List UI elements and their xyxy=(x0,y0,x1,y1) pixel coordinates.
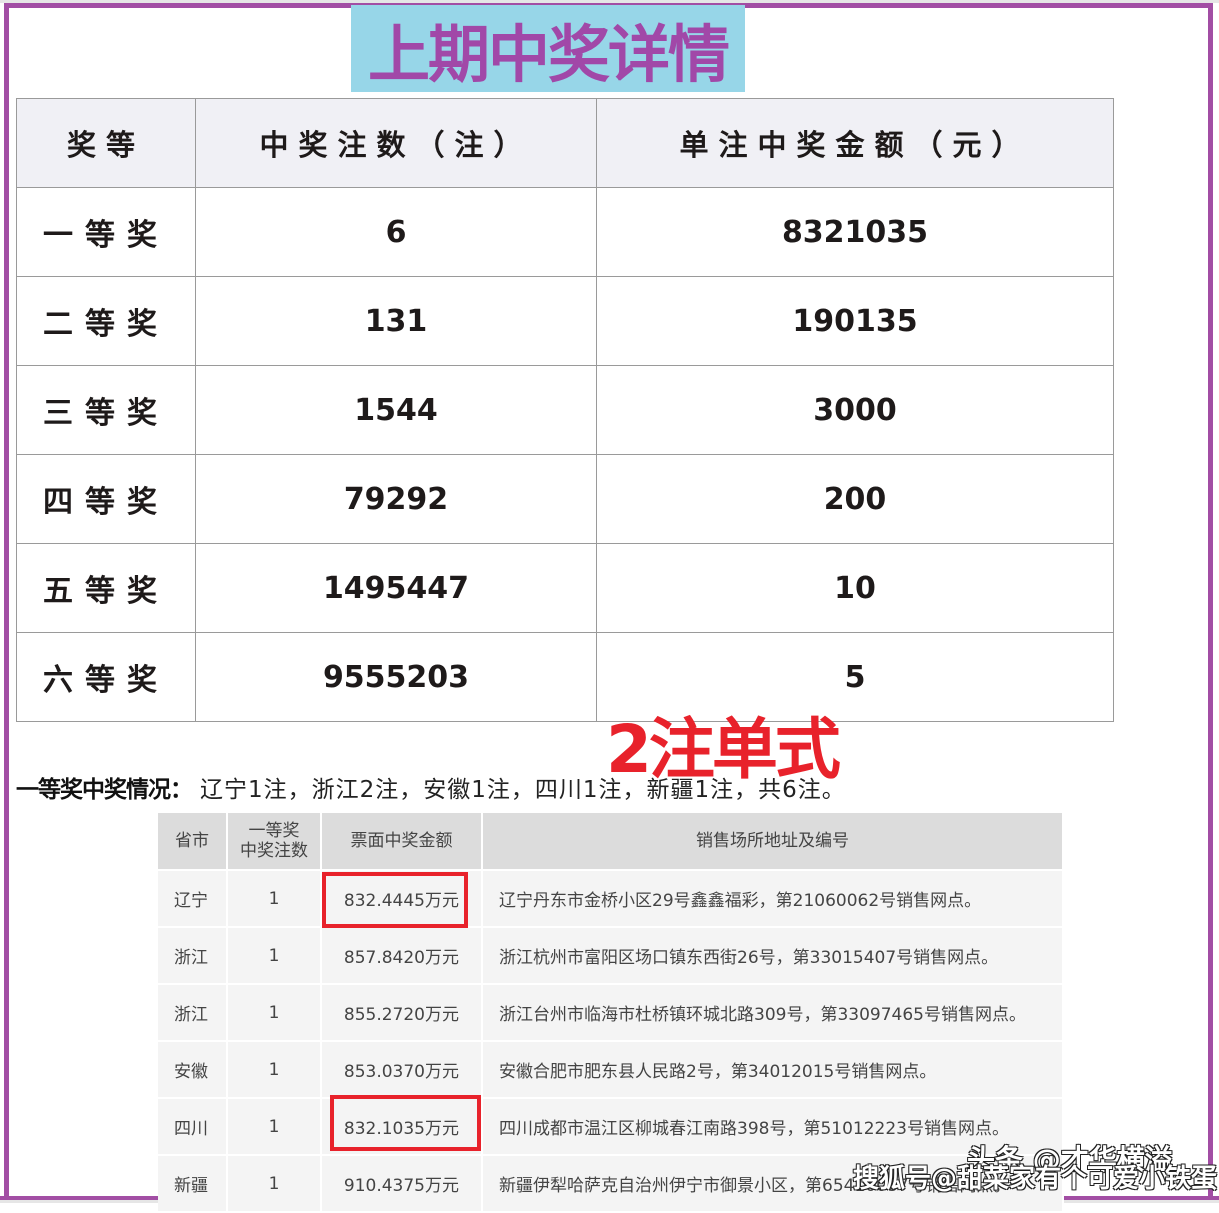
table-row: 二等奖 131 190135 xyxy=(16,276,1114,366)
table-row: 四川 1 832.1035万元 四川成都市温江区柳城春江南路398号，第5101… xyxy=(158,1098,1064,1156)
winning-count: 1 xyxy=(227,870,322,928)
prize-level: 一等奖 xyxy=(16,187,196,277)
province: 安徽 xyxy=(158,1041,228,1099)
prize-level: 三等奖 xyxy=(16,365,196,455)
title-banner: 上期中奖详情 xyxy=(351,5,745,92)
winning-count: 1 xyxy=(227,1155,322,1213)
prize-level: 五等奖 xyxy=(16,543,196,633)
outlet-address: 浙江杭州市富阳区场口镇东西街26号，第33015407号销售网点。 xyxy=(482,927,1064,985)
prize-count: 131 xyxy=(195,276,597,366)
province: 新疆 xyxy=(158,1155,228,1213)
outlet-address: 辽宁丹东市金桥小区29号鑫鑫福彩，第21060062号销售网点。 xyxy=(482,870,1064,928)
winning-count: 1 xyxy=(227,984,322,1042)
outlet-address: 浙江台州市临海市杜桥镇环城北路309号，第33097465号销售网点。 xyxy=(482,984,1064,1042)
header-count-line1: 一等奖 xyxy=(248,821,300,841)
ticket-amount: 857.8420万元 xyxy=(321,927,483,985)
winning-count: 1 xyxy=(227,1098,322,1156)
prize-count: 79292 xyxy=(195,454,597,544)
province: 辽宁 xyxy=(158,870,228,928)
prize-amount: 10 xyxy=(596,543,1114,633)
header-province: 省市 xyxy=(158,813,228,871)
prize-table-header: 奖等 中奖注数（注） 单注中奖金额（元） xyxy=(16,98,1114,188)
ticket-amount: 853.0370万元 xyxy=(321,1041,483,1099)
prize-level: 四等奖 xyxy=(16,454,196,544)
table-row: 浙江 1 857.8420万元 浙江杭州市富阳区场口镇东西街26号，第33015… xyxy=(158,927,1064,985)
prize-count: 1544 xyxy=(195,365,597,455)
prize-amount: 8321035 xyxy=(596,187,1114,277)
province: 浙江 xyxy=(158,984,228,1042)
header-address: 销售场所地址及编号 xyxy=(482,813,1064,871)
highlight-box-liaoning xyxy=(322,872,468,928)
table-row: 六等奖 9555203 5 xyxy=(16,632,1114,722)
annotation-overlay: 2注单式 xyxy=(606,711,841,788)
table-row: 安徽 1 853.0370万元 安徽合肥市肥东县人民路2号，第34012015号… xyxy=(158,1041,1064,1099)
prize-level: 六等奖 xyxy=(16,632,196,722)
prize-level: 二等奖 xyxy=(16,276,196,366)
prize-count: 6 xyxy=(195,187,597,277)
header-count: 中奖注数（注） xyxy=(195,98,597,188)
header-winning-count: 一等奖 中奖注数 xyxy=(227,813,322,871)
header-count-line2: 中奖注数 xyxy=(240,841,308,861)
table-row: 辽宁 1 832.4445万元 辽宁丹东市金桥小区29号鑫鑫福彩，第210600… xyxy=(158,870,1064,928)
table-row: 三等奖 1544 3000 xyxy=(16,365,1114,455)
detail-table-header: 省市 一等奖 中奖注数 票面中奖金额 销售场所地址及编号 xyxy=(158,813,1064,871)
prize-amount: 3000 xyxy=(596,365,1114,455)
table-row: 四等奖 79292 200 xyxy=(16,454,1114,544)
table-row: 浙江 1 855.2720万元 浙江台州市临海市杜桥镇环城北路309号，第330… xyxy=(158,984,1064,1042)
winning-count: 1 xyxy=(227,1041,322,1099)
prize-count: 1495447 xyxy=(195,543,597,633)
province: 四川 xyxy=(158,1098,228,1156)
prize-table: 奖等 中奖注数（注） 单注中奖金额（元） 一等奖 6 8321035 二等奖 1… xyxy=(16,98,1114,722)
province: 浙江 xyxy=(158,927,228,985)
header-amount: 单注中奖金额（元） xyxy=(596,98,1114,188)
header-level: 奖等 xyxy=(16,98,196,188)
prize-count: 9555203 xyxy=(195,632,597,722)
table-row: 一等奖 6 8321035 xyxy=(16,187,1114,277)
winning-count: 1 xyxy=(227,927,322,985)
outlet-address: 安徽合肥市肥东县人民路2号，第34012015号销售网点。 xyxy=(482,1041,1064,1099)
ticket-amount: 855.2720万元 xyxy=(321,984,483,1042)
summary-label: 一等奖中奖情况： xyxy=(16,777,193,803)
table-row: 五等奖 1495447 10 xyxy=(16,543,1114,633)
prize-amount: 190135 xyxy=(596,276,1114,366)
highlight-box-sichuan xyxy=(330,1095,481,1151)
prize-amount: 200 xyxy=(596,454,1114,544)
ticket-amount: 910.4375万元 xyxy=(321,1155,483,1213)
page-title: 上期中奖详情 xyxy=(367,17,730,91)
watermark-sohu: 搜狐号@甜菜家有个可爱小铁蛋 xyxy=(853,1164,1218,1194)
winner-detail-table: 省市 一等奖 中奖注数 票面中奖金额 销售场所地址及编号 辽宁 1 832.444… xyxy=(158,813,1064,1213)
header-ticket-amount: 票面中奖金额 xyxy=(321,813,483,871)
